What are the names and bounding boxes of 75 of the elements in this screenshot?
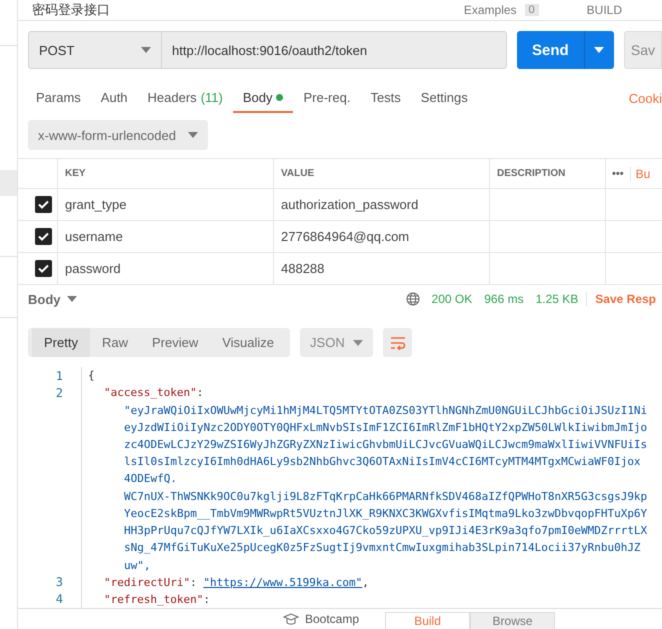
- code-text: lsIl0sImlzcyI6Imh0dHA6Ly9sb2NhbGhvc3Q6OTAxNiIsImV4cCI6MTcyMTM4MTgxMCwiaWF0Ijox: [124, 455, 641, 468]
- caret-icon: [141, 47, 151, 53]
- line-number: 4: [54, 592, 64, 606]
- request-tab[interactable]: Body: [232, 83, 294, 113]
- table-cell: 488288: [274, 253, 490, 284]
- code-text: "access_token":: [104, 386, 204, 400]
- table-cell: password: [58, 253, 274, 284]
- request-tab[interactable]: Params: [26, 83, 91, 113]
- caret-icon: [353, 340, 364, 346]
- examples-count: 0: [524, 4, 539, 16]
- request-tab[interactable]: Auth: [90, 83, 138, 113]
- more-button[interactable]: •••: [612, 168, 624, 180]
- column-header: KEY: [58, 159, 274, 188]
- code-text: uw",: [124, 558, 150, 572]
- code-text: "refresh_token":: [104, 592, 210, 606]
- view-tab[interactable]: Pretty: [32, 328, 90, 357]
- code-text: HH3pPrUqu7cQJfYW7LXIk_u6IaXCsxxo4G7Cko59zUPXU_vp9IJi4E3rK9a3qfo7pmI0eWMDZrrrtLX: [124, 524, 648, 538]
- code-text: 4ODEwfQ.: [124, 472, 177, 486]
- code-text: sNg_47MfGiTuKuXe25pUcegK0z5FzSugtIj9vmxntCmwIuxgmihab3SLpin714Locii37yRnbu0hJZ: [124, 541, 641, 554]
- size-text: 1.25 KB: [536, 292, 578, 306]
- send-button[interactable]: Send: [516, 31, 614, 69]
- table-cell: authorization_password: [274, 189, 490, 220]
- check-icon: [38, 200, 49, 209]
- build-label[interactable]: BUILD: [586, 3, 622, 17]
- graduation-cap-icon: [283, 613, 299, 625]
- bulk-edit-link[interactable]: Bu: [630, 166, 650, 180]
- method-dropdown[interactable]: POST: [29, 32, 162, 68]
- caret-icon: [594, 47, 604, 53]
- table-cell: username: [58, 221, 274, 252]
- save-button[interactable]: Sav: [624, 31, 662, 69]
- globe-icon: [406, 292, 420, 306]
- url-link[interactable]: "https://www.5199ka.com": [203, 576, 362, 589]
- wrap-button[interactable]: [383, 328, 412, 357]
- format-dropdown[interactable]: JSON: [300, 328, 374, 357]
- column-header: VALUE: [274, 159, 490, 188]
- response-body-dropdown[interactable]: Body: [28, 292, 76, 306]
- code-text: zc4ODEwLCJzY29wZSI6WyJhZGRyZXNzIiwicGhvbmUiLCJvcGVuaWQiLCJwcm9maWxlIiwiVVNFUiIs: [124, 438, 648, 451]
- url-field[interactable]: http://localhost:9016/oauth2/token: [162, 32, 506, 68]
- line-number: 2: [54, 386, 64, 400]
- request-title: 密码登录接口: [32, 1, 110, 19]
- view-tab[interactable]: Preview: [140, 328, 210, 357]
- caret-icon: [188, 132, 198, 138]
- bootcamp-label[interactable]: Bootcamp: [305, 612, 360, 626]
- code-text: "eyJraWQiOiIxOWUwMjcyMi1hMjM4LTQ5MTYtOTA0ZS03YTlhNGNhZmU0NGUiLCJhbGciOiJSUzI1Ni: [124, 404, 648, 417]
- checkbox[interactable]: [35, 228, 52, 245]
- time-text: 966 ms: [484, 292, 524, 306]
- request-tab[interactable]: Tests: [360, 83, 411, 113]
- code-text: eyJzdWIiOiIyNzc2ODY0OTY0QHFxLmNvbSIsImF1ZCI6ImRlZmF1bHQtY2xpZW50LWlkIiwibmJmIjo: [124, 420, 648, 434]
- code-text: {: [88, 369, 95, 382]
- cookies-link[interactable]: Cooki: [628, 83, 662, 113]
- examples-label[interactable]: Examples: [464, 3, 517, 17]
- column-header: DESCRIPTION: [490, 159, 606, 188]
- code-text: "redirectUri": "https://www.5199ka.com",: [104, 576, 369, 589]
- request-tab[interactable]: Settings: [410, 83, 478, 113]
- checkbox[interactable]: [35, 196, 52, 213]
- check-icon: [38, 264, 49, 273]
- code-text: WC7nUX-ThWSNKk9OC0u7kglji9L8zFTqKrpCaHk66PMARNfkSDV468aIZfQPWHoT8nXR5G3csgsJ9kp: [124, 490, 648, 503]
- request-tab[interactable]: Pre-req.: [293, 83, 360, 113]
- table-cell: grant_type: [58, 189, 274, 220]
- view-tab[interactable]: Visualize: [210, 328, 286, 357]
- request-tab[interactable]: Headers (11): [138, 83, 233, 113]
- check-icon: [38, 232, 49, 241]
- wrap-icon: [390, 336, 406, 350]
- line-number: 1: [54, 368, 64, 383]
- view-tab[interactable]: Raw: [90, 328, 140, 357]
- body-type-dropdown[interactable]: x-www-form-urlencoded: [28, 120, 208, 150]
- line-number: 3: [54, 575, 64, 590]
- mode-tab[interactable]: Build: [385, 612, 470, 629]
- code-text: YeocE2skBpm__TmbVm9MWRwpRt5VUztnJlXK_R9KNXC3KWGXvfisIMqtma9Lko3zwDbvqopFHTuXp6Y: [124, 506, 648, 520]
- status-text: 200 OK: [432, 292, 472, 306]
- caret-icon: [66, 296, 76, 302]
- checkbox[interactable]: [35, 260, 52, 277]
- mode-tab[interactable]: Browse: [470, 612, 556, 629]
- table-cell: 2776864964@qq.com: [274, 221, 490, 252]
- save-response-link[interactable]: Save Resp: [586, 292, 656, 306]
